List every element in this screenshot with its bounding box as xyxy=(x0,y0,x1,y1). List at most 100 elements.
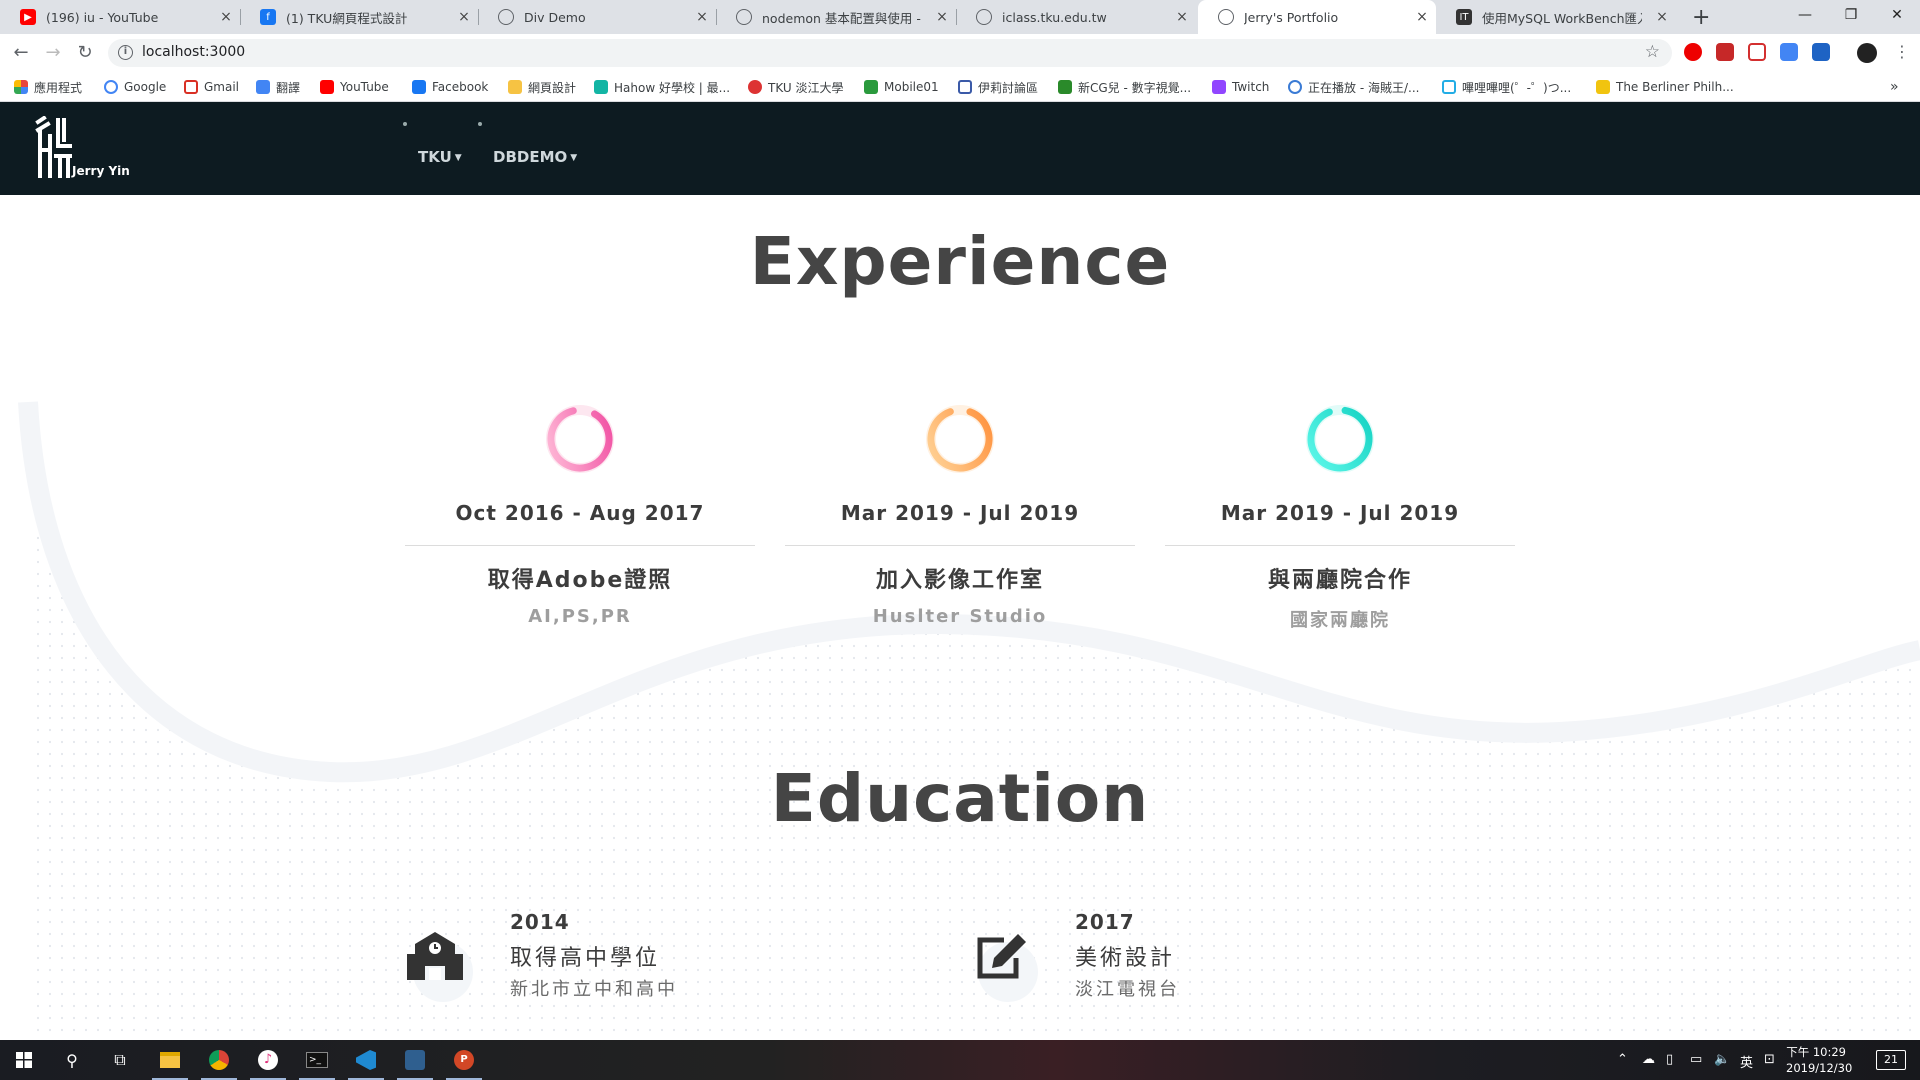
eyny-icon xyxy=(958,80,972,94)
experience-role: 加入影像工作室 xyxy=(875,568,1044,593)
notification-center-icon[interactable]: 21 xyxy=(1876,1050,1906,1070)
progress-ring-icon xyxy=(546,405,614,473)
bookmark-item[interactable]: The Berliner Philh... xyxy=(1596,78,1734,96)
terminal-icon[interactable]: >_ xyxy=(293,1040,341,1080)
start-button[interactable] xyxy=(0,1040,48,1080)
volume-icon[interactable]: 🔈 xyxy=(1714,1052,1730,1067)
file-explorer-icon[interactable] xyxy=(146,1040,194,1080)
reload-button[interactable]: ↻ xyxy=(74,42,96,64)
mysql-workbench-icon[interactable] xyxy=(391,1040,439,1080)
opera-extension-icon[interactable] xyxy=(1684,43,1702,61)
bookmark-item[interactable]: Twitch xyxy=(1212,78,1269,96)
tku-icon xyxy=(748,80,762,94)
close-icon[interactable]: × xyxy=(934,9,950,25)
browser-tab[interactable]: nodemon 基本配置與使用 - 臺灣 × xyxy=(716,0,956,34)
bookmark-item[interactable]: 正在播放 - 海賊王/... xyxy=(1288,78,1419,96)
vscode-icon[interactable] xyxy=(342,1040,390,1080)
bookmark-item[interactable]: 應用程式 xyxy=(14,78,82,96)
forward-button[interactable]: → xyxy=(42,42,64,64)
bookmark-item[interactable]: 伊莉討論區 xyxy=(958,78,1038,96)
profile-avatar[interactable] xyxy=(1857,43,1877,63)
bookmark-item[interactable]: Gmail xyxy=(184,78,239,96)
windows-taskbar: ⚲ ⧉ ♪ >_ P ⌃ ☁ ▯ ▭ 🔈 英 ⊡ 下午 10:29 2019/1… xyxy=(0,1040,1920,1080)
input-mode-icon[interactable]: ⊡ xyxy=(1764,1052,1775,1067)
powerpoint-icon[interactable]: P xyxy=(440,1040,488,1080)
chrome-icon[interactable] xyxy=(195,1040,243,1080)
browser-tab[interactable]: ▶ (196) iu - YouTube × xyxy=(0,0,240,34)
bookmark-item[interactable]: Google xyxy=(104,78,166,96)
search-icon[interactable]: ⚲ xyxy=(48,1040,96,1080)
translate-extension-icon[interactable] xyxy=(1780,43,1798,61)
bookmark-item[interactable]: 嗶哩嗶哩(゜-゜)つ... xyxy=(1442,78,1571,96)
restore-button[interactable]: ❐ xyxy=(1828,0,1874,30)
site-brand-name[interactable]: Jerry Yin xyxy=(72,164,130,178)
browser-tab[interactable]: iclass.tku.edu.tw × xyxy=(956,0,1196,34)
bookmark-star-icon[interactable]: ☆ xyxy=(1645,42,1660,62)
close-icon[interactable]: × xyxy=(218,9,234,25)
itunes-icon[interactable]: ♪ xyxy=(244,1040,292,1080)
close-window-button[interactable]: ✕ xyxy=(1874,0,1920,30)
experience-card: Mar 2019 - Jul 2019 與兩廳院合作 國家兩廳院 xyxy=(1165,399,1515,632)
hahow-icon xyxy=(594,80,608,94)
logo-icon[interactable] xyxy=(34,116,74,180)
bookmark-item[interactable]: 網頁設計 xyxy=(508,78,576,96)
info-icon[interactable]: i xyxy=(118,45,133,60)
education-school: 淡江電視台 xyxy=(1075,979,1180,1000)
media-extension-icon[interactable] xyxy=(1716,43,1734,61)
close-icon[interactable]: × xyxy=(1654,9,1670,25)
bookmark-item[interactable]: 新CG兒 - 數字視覺... xyxy=(1058,78,1191,96)
bookmark-item[interactable]: YouTube xyxy=(320,78,389,96)
bookmarks-overflow-icon[interactable]: » xyxy=(1890,78,1899,96)
close-icon[interactable]: × xyxy=(1174,9,1190,25)
tray-chevron-up-icon[interactable]: ⌃ xyxy=(1617,1052,1628,1067)
onedrive-cloud-icon[interactable]: ☁ xyxy=(1642,1052,1655,1067)
tab-title: Jerry's Portfolio xyxy=(1244,9,1339,25)
bookmark-item[interactable]: Facebook xyxy=(412,78,488,96)
new-tab-button[interactable]: + xyxy=(1692,5,1710,30)
tab-title: 使用MySQL WorkBench匯入資料 xyxy=(1482,10,1642,26)
battery-icon[interactable]: ▯ xyxy=(1666,1052,1673,1067)
back-button[interactable]: ← xyxy=(10,42,32,64)
caret-down-icon: ▼ xyxy=(454,153,462,163)
calendar-extension-icon[interactable] xyxy=(1812,43,1830,61)
pocket-extension-icon[interactable] xyxy=(1748,43,1766,61)
bookmark-label: YouTube xyxy=(340,80,389,94)
bookmark-item[interactable]: TKU 淡江大學 xyxy=(748,78,843,96)
browser-tab-active[interactable]: Jerry's Portfolio × xyxy=(1198,0,1436,34)
close-icon[interactable]: × xyxy=(456,9,472,25)
education-title: 取得高中學位 xyxy=(510,946,661,971)
bookmark-item[interactable]: Mobile01 xyxy=(864,78,939,96)
globe-icon xyxy=(976,9,992,25)
browser-tab[interactable]: IT 使用MySQL WorkBench匯入資料 × xyxy=(1436,0,1676,34)
mobile01-icon xyxy=(864,80,878,94)
minimize-button[interactable]: — xyxy=(1782,0,1828,30)
facebook-icon: f xyxy=(260,9,276,25)
task-view-icon[interactable]: ⧉ xyxy=(96,1040,144,1080)
ime-indicator[interactable]: 英 xyxy=(1740,1052,1753,1071)
bookmarks-bar: 應用程式 Google Gmail 翻譯 YouTube Facebook 網頁… xyxy=(0,72,1920,102)
clock-time: 下午 10:29 xyxy=(1786,1045,1846,1059)
browser-tab[interactable]: f (1) TKU網頁程式設計 × xyxy=(240,0,478,34)
browser-tab[interactable]: Div Demo × xyxy=(478,0,716,34)
menu-kebab-icon[interactable]: ⋮ xyxy=(1893,43,1911,61)
berliner-icon xyxy=(1596,80,1610,94)
education-year: 2017 xyxy=(1075,910,1135,934)
divider xyxy=(1165,545,1515,546)
bookmark-label: 嗶哩嗶哩(゜-゜)つ... xyxy=(1462,80,1572,95)
network-icon[interactable]: ▭ xyxy=(1690,1052,1702,1067)
nav-dropdown-tku[interactable]: TKU ▼ xyxy=(418,148,462,166)
bookmark-label: 網頁設計 xyxy=(528,80,577,95)
divider xyxy=(405,545,755,546)
bookmark-item[interactable]: 翻譯 xyxy=(256,78,300,96)
nav-dropdown-dbdemo[interactable]: DBDEMO ▼ xyxy=(493,148,577,166)
address-bar[interactable]: i localhost:3000 ☆ xyxy=(108,39,1672,67)
bookmark-item[interactable]: Hahow 好學校 | 最... xyxy=(594,78,730,96)
bookmark-label: Google xyxy=(124,80,167,94)
bookmark-label: Twitch xyxy=(1232,80,1270,94)
close-icon[interactable]: × xyxy=(1414,9,1430,25)
close-icon[interactable]: × xyxy=(694,9,710,25)
bookmark-label: 翻譯 xyxy=(276,80,301,95)
taskbar-clock[interactable]: 下午 10:29 2019/12/30 xyxy=(1786,1044,1852,1076)
url-text[interactable]: localhost:3000 xyxy=(142,44,245,60)
bilibili-icon xyxy=(1442,80,1456,94)
